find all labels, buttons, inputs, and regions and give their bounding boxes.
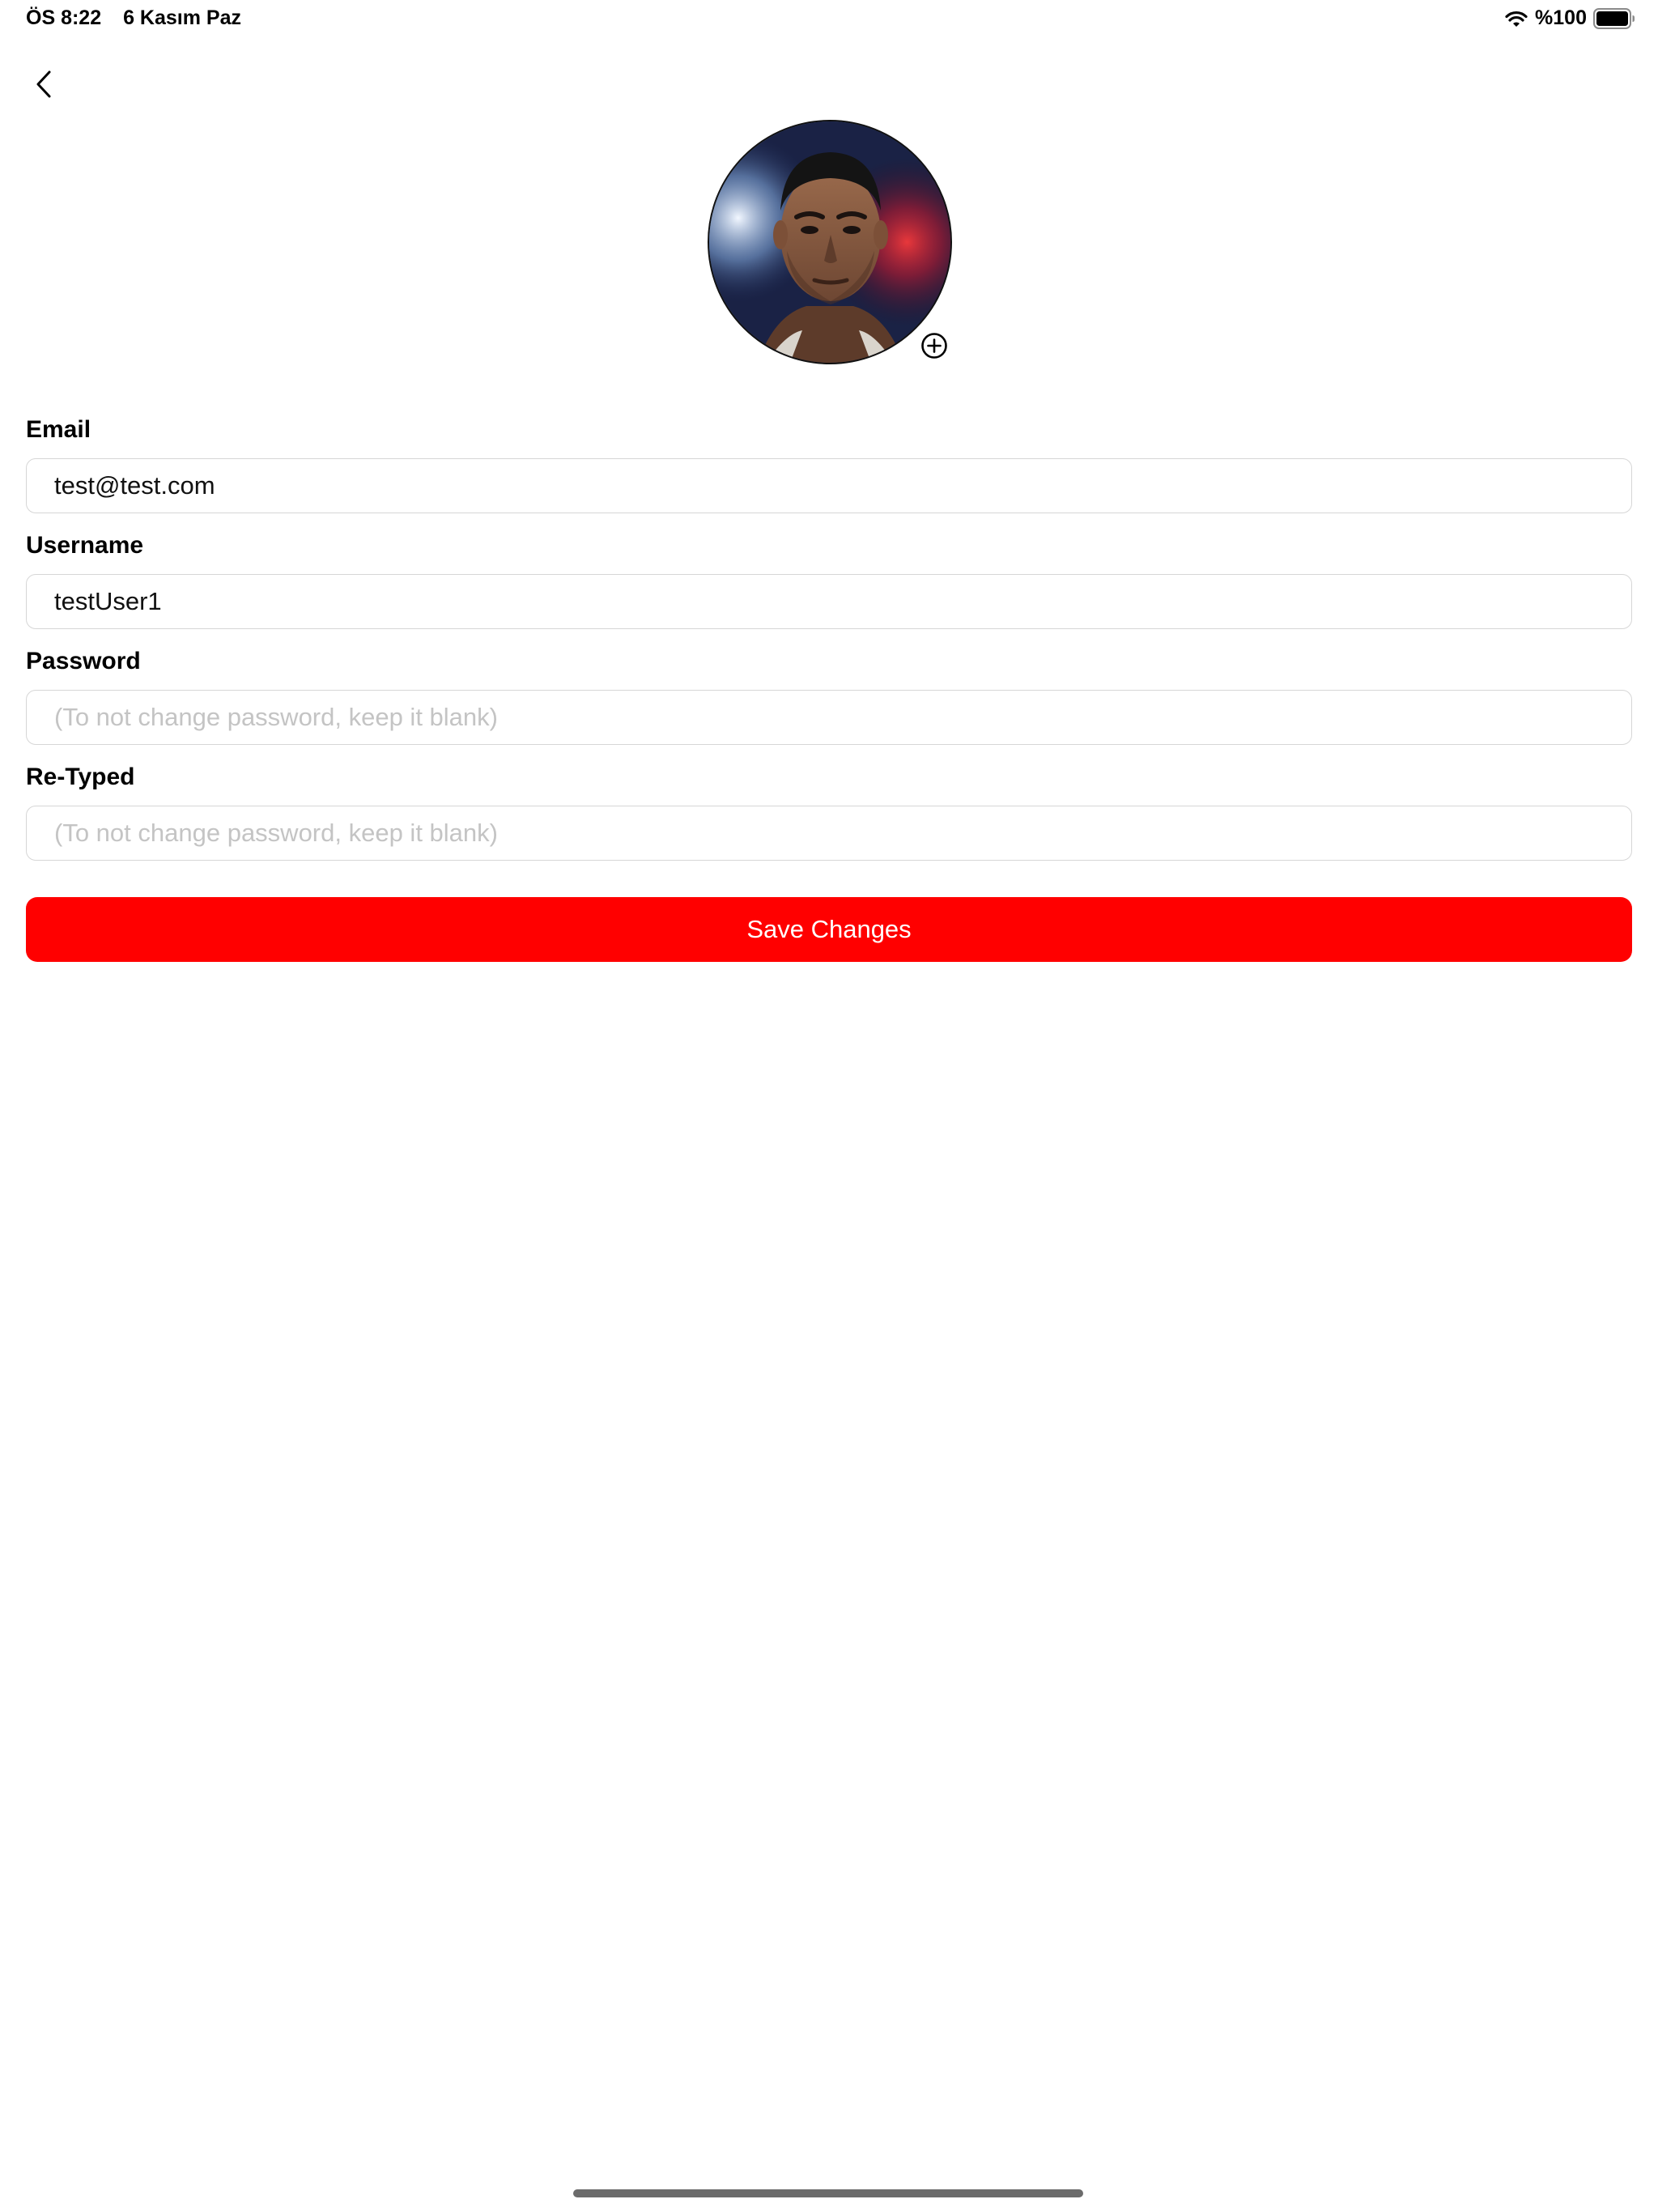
plus-circle-icon	[921, 333, 947, 359]
status-left: ÖS 8:22 6 Kasım Paz	[26, 6, 257, 30]
username-label: Username	[26, 532, 144, 559]
retyped-password-field[interactable]	[26, 806, 1632, 861]
password-label: Password	[26, 648, 141, 674]
profile-form: Email Username Password Re-Typed	[26, 413, 1632, 876]
profile-photo	[709, 121, 950, 363]
retyped-label: Re-Typed	[26, 764, 135, 790]
avatar-container	[708, 120, 952, 364]
battery-percent: %100	[1535, 6, 1587, 29]
wifi-icon	[1505, 11, 1528, 27]
save-changes-button[interactable]: Save Changes	[26, 897, 1632, 962]
status-date: 6 Kasım Paz	[123, 6, 241, 29]
status-time: ÖS 8:22	[26, 6, 102, 29]
email-field[interactable]	[26, 458, 1632, 513]
avatar[interactable]	[708, 120, 952, 364]
back-button[interactable]	[24, 65, 63, 104]
home-indicator[interactable]	[573, 2189, 1083, 2197]
status-right: %100	[1504, 6, 1635, 30]
password-field[interactable]	[26, 690, 1632, 745]
battery-icon	[1593, 7, 1635, 29]
chevron-left-icon	[36, 70, 51, 98]
username-field[interactable]	[26, 574, 1632, 629]
email-label: Email	[26, 416, 91, 443]
status-bar: ÖS 8:22 6 Kasım Paz %100	[0, 0, 1658, 39]
add-photo-button[interactable]	[920, 332, 948, 359]
